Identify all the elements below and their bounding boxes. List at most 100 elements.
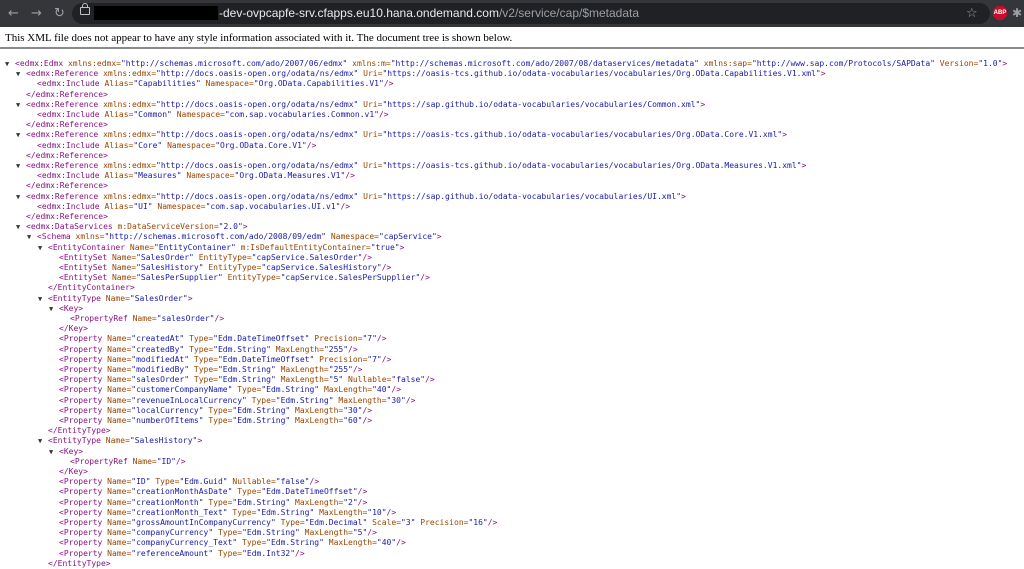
xml-attr-value: "http://docs.oasis-open.org/odata/ns/edm… [156,99,359,109]
xml-line[interactable]: ▼ <Schema xmlns="http://schemas.microsoft… [27,232,442,242]
xml-tag: <Property [59,385,103,395]
xml-attr-value: "localCurrency" [131,405,204,415]
xml-attr-value: "http://docs.oasis-open.org/odata/ns/edm… [156,130,359,140]
xml-attr-value: "1.0" [978,59,1003,68]
xml-attr-value: "http://www.sap.com/Protocols/SAPData" [751,59,935,68]
xml-attr-value: "grossAmountInCompanyCurrency" [131,518,276,527]
collapse-triangle-icon[interactable]: ▼ [16,192,26,202]
xml-attr-name: Uri= [358,69,383,79]
separator-line [0,47,1024,49]
xml-attr-value: "7" [367,354,382,364]
xml-attr-name: Type= [189,375,218,385]
collapse-triangle-icon[interactable]: ▼ [49,304,59,314]
forward-arrow-icon[interactable]: → [27,4,46,23]
xml-attr-value: "false" [391,375,426,385]
xml-tag: <Property [59,477,103,487]
collapse-triangle-icon[interactable]: ▼ [38,436,48,446]
xml-attr-name: xmlns:edmx= [98,161,157,170]
xml-tag: <Property [59,334,103,344]
xml-tag: </EntityType> [48,426,111,436]
xml-tag: </edmx:Reference> [26,120,108,130]
xml-attr-value: "EntityContainer" [153,242,236,252]
xml-attr-name: MaxLength= [323,538,377,548]
collapse-triangle-icon[interactable]: ▼ [16,222,26,232]
xml-attr-value: "customerCompanyName" [131,385,233,395]
collapse-triangle-icon[interactable]: ▼ [5,59,15,69]
xml-attr-value: "255" [328,365,353,374]
collapse-triangle-icon[interactable]: ▼ [27,232,37,242]
collapse-triangle-icon[interactable]: ▼ [16,69,26,79]
xml-tag: </edmx:Reference> [26,181,108,191]
xml-line: <edmx:Include Alias="UI" Namespace="com.… [37,202,350,212]
reload-icon[interactable]: ↻ [50,4,69,23]
xml-tag: <edmx:Reference [26,69,99,79]
xml-line[interactable]: ▼ <edmx:Reference xmlns:edmx="http://docs… [16,100,705,110]
xml-attr-name: EntityType= [203,263,262,272]
bookmark-star-icon[interactable]: ☆ [966,4,978,23]
xml-line[interactable]: ▼ <edmx:Reference xmlns:edmx="http://docs… [16,130,787,140]
xml-attr-value: "Org.OData.Capabilities.V1" [253,79,384,89]
xml-line: </EntityType> [48,426,111,436]
lock-icon[interactable] [80,3,90,15]
xml-tag: <PropertyRef [70,314,128,323]
xml-tag: /> [214,314,225,323]
xml-attr-value: "7" [362,334,377,344]
collapse-triangle-icon[interactable]: ▼ [16,130,26,140]
extensions-puzzle-icon[interactable]: ✱ [1012,4,1022,23]
xml-attr-name: Name= [127,314,157,323]
xml-attr-value: "2" [343,497,358,507]
xml-attr-name: Namespace= [326,232,379,242]
xml-attr-name: Alias= [99,79,134,89]
xml-attr-value: "com.sap.vocabularies.UI.v1" [205,201,341,211]
xml-tag: </EntityType> [48,558,111,568]
xml-attr-name: MaxLength= [270,344,324,354]
xml-line[interactable]: ▼ <Key> [49,447,83,457]
xml-line[interactable]: ▼ <Key> [49,304,83,314]
xml-attr-name: xmlns= [70,232,105,242]
xml-tag: <edmx:Reference [26,99,99,109]
url-text[interactable]: -dev-ovpcapfe-srv.cfapps.eu10.hana.ondem… [219,5,639,21]
xml-attr-value: "https://oasis-tcs.github.io/odata-vocab… [382,130,783,140]
collapse-triangle-icon[interactable]: ▼ [16,100,26,110]
xml-tag: </Key> [59,324,88,334]
xml-line: </edmx:Reference> [26,181,108,191]
xml-line: <edmx:Include Alias="Capabilities" Names… [37,79,393,89]
xml-line[interactable]: ▼ <edmx:Reference xmlns:edmx="http://docs… [16,161,806,171]
adblock-plus-icon[interactable]: ABP [993,6,1007,20]
xml-line: <Property Name="createdAt" Type="Edm.Dat… [59,334,387,344]
xml-attr-name: Type= [203,416,233,425]
xml-attr-name: Name= [102,375,132,385]
xml-line: <Property Name="creationMonthAsDate" Typ… [59,487,367,497]
xml-line[interactable]: ▼ <edmx:Reference xmlns:edmx="http://docs… [16,192,686,202]
xml-line[interactable]: ▼ <EntityType Name="SalesHistory"> [38,436,202,446]
xml-attr-value: "Measures" [133,171,182,181]
xml-attr-name: Type= [237,538,267,548]
xml-attr-value: "Edm.String" [266,538,324,548]
xml-attr-value: "revenueInLocalCurrency" [131,395,247,405]
xml-attr-name: Alias= [99,171,134,181]
collapse-triangle-icon[interactable]: ▼ [38,294,48,304]
xml-line[interactable]: ▼ <edmx:DataServices m:DataServiceVersion… [16,222,248,232]
xml-attr-name: MaxLength= [275,375,329,385]
xml-attr-value: "createdAt" [131,334,185,344]
xml-line: <Property Name="revenueInLocalCurrency" … [59,396,415,406]
xml-attr-value: "SalesHistory" [136,263,204,272]
collapse-triangle-icon[interactable]: ▼ [49,447,59,457]
collapse-triangle-icon[interactable]: ▼ [38,243,48,253]
xml-line[interactable]: ▼ <edmx:Edmx xmlns:edmx="http://schemas.m… [5,59,1007,69]
xml-attr-name: Name= [102,334,132,344]
xml-attr-name: Type= [227,507,257,517]
xml-tag: /> [362,405,373,415]
back-arrow-icon[interactable]: ← [4,4,23,23]
xml-tag: /> [357,487,368,497]
xml-line[interactable]: ▼ <EntityContainer Name="EntityContainer"… [38,243,404,253]
xml-attr-name: Namespace= [171,110,225,119]
xml-line: <Property Name="salesOrder" Type="Edm.St… [59,375,435,385]
xml-attr-value: "modifiedBy" [131,365,190,374]
xml-attr-name: Type= [150,477,180,487]
xml-attr-value: "http://docs.oasis-open.org/odata/ns/edm… [156,69,359,79]
xml-line[interactable]: ▼ <EntityType Name="SalesOrder"> [38,294,193,304]
xml-tag: <Property [59,405,103,415]
xml-line[interactable]: ▼ <edmx:Reference xmlns:edmx="http://docs… [16,69,826,79]
collapse-triangle-icon[interactable]: ▼ [16,161,26,171]
